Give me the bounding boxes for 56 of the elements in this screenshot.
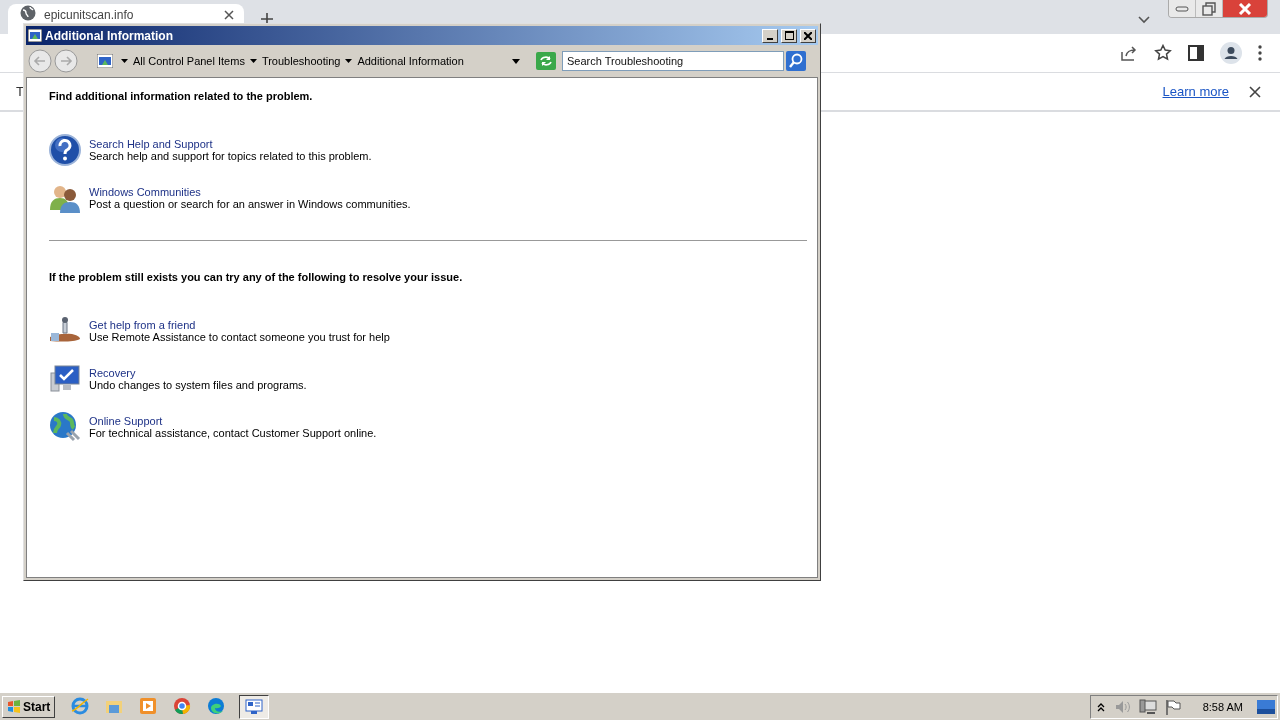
minimize-icon [1175,5,1189,12]
close-icon [804,31,812,40]
close-icon [1238,2,1252,15]
minimize-icon [767,37,773,40]
address-bar[interactable]: All Control Panel Items Troubleshooting Additional Information [94,51,530,71]
start-button[interactable]: Start [2,695,56,718]
control-panel-icon [28,29,42,42]
caret-icon[interactable] [1096,701,1105,712]
side-panel-icon[interactable] [1188,45,1204,61]
info-text: T [16,84,24,99]
flag-icon[interactable] [1164,698,1181,715]
item-link[interactable]: Get help from a friend [89,319,390,331]
tab-title: epicunitscan.info [44,8,135,22]
breadcrumb-item[interactable]: Additional Information [357,55,464,67]
search-icon[interactable] [786,51,806,71]
restore-button[interactable] [1196,0,1223,17]
item-description: Undo changes to system files and programs. [89,379,307,391]
item-description: Post a question or search for an answer in Windows communities. [89,198,411,210]
maximize-button[interactable] [781,28,797,43]
item-description: For technical assistance, contact Customer Support online. [89,427,377,439]
refresh-icon[interactable] [536,52,556,70]
maximize-icon [784,31,794,40]
share-icon[interactable] [1120,44,1138,62]
computer-check-icon[interactable] [49,363,81,395]
restore-icon [1202,1,1216,16]
item-link[interactable]: Recovery [89,367,307,379]
item-link[interactable]: Online Support [89,415,377,427]
close-icon[interactable] [1249,85,1261,98]
item-description: Search help and support for topics related to this problem. [89,150,372,162]
close-icon[interactable] [224,10,234,20]
item-link[interactable]: Search Help and Support [89,138,372,150]
clock[interactable]: 8:58 AM [1202,700,1243,713]
windows-logo-icon [7,700,21,713]
network-icon[interactable] [1138,698,1157,715]
caret-icon[interactable] [345,59,353,63]
section-heading: Find additional information related to the problem. [49,90,314,102]
dropdown-arrow-icon[interactable] [512,58,520,64]
menu-icon[interactable] [1258,45,1262,61]
help-icon[interactable] [49,134,81,166]
bookmark-star-icon[interactable] [1154,44,1172,62]
breadcrumb-item[interactable]: Troubleshooting [261,55,341,67]
search-field[interactable]: Search Troubleshooting [562,51,784,71]
globe-icon[interactable] [49,411,81,443]
show-desktop-icon[interactable] [1257,699,1275,714]
item-description: Use Remote Assistance to contact someone you trust for help [89,331,390,343]
section-heading: If the problem still exists you can try any of the following to resolve your issue. [49,271,464,283]
control-panel-icon [97,54,113,68]
profile-icon[interactable] [1220,42,1242,64]
learn-more-link[interactable]: Learn more [1162,84,1229,99]
control-panel-icon[interactable] [239,694,270,719]
chevron-icon[interactable] [1138,16,1150,24]
item-link[interactable]: Windows Communities [89,186,411,198]
caret-icon[interactable] [249,59,257,63]
caret-icon[interactable] [121,59,128,63]
close-button[interactable] [800,28,816,43]
breadcrumb-item[interactable]: All Control Panel Items [133,55,245,67]
